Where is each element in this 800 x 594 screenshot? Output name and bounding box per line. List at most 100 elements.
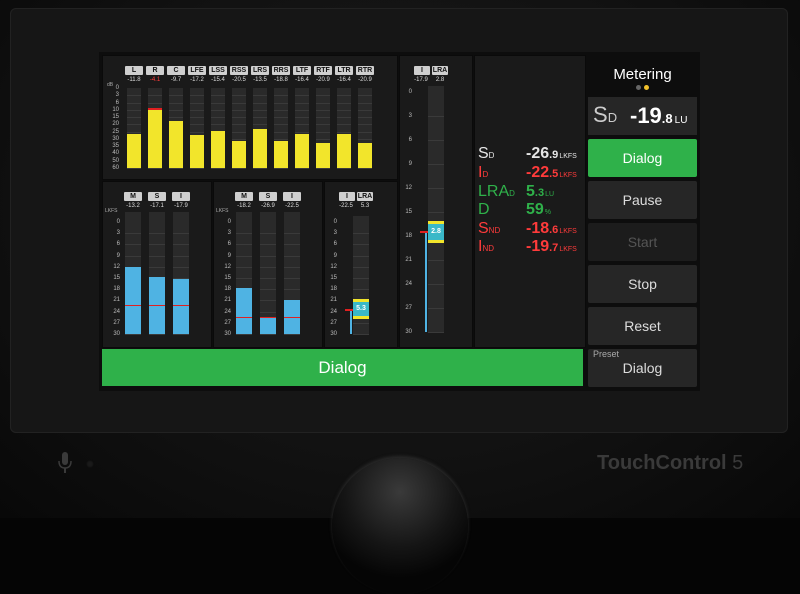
scale-tick-label: 24 — [113, 308, 120, 315]
channel-button[interactable]: RRS — [272, 66, 290, 75]
loudness-meter-track — [125, 212, 141, 335]
meter-tick — [236, 278, 252, 279]
scale-tick-label: 35 — [112, 143, 119, 150]
dialog-button[interactable]: Dialog — [588, 139, 697, 177]
scale-tick-label: 30 — [405, 329, 412, 335]
scale-tick-label: 27 — [224, 319, 231, 326]
meter-button[interactable]: M — [235, 192, 253, 201]
meter-tick — [253, 168, 267, 169]
meter-tick — [428, 332, 444, 333]
device-brand-label: TouchControl 5 — [597, 452, 744, 474]
channel-meter-track — [148, 88, 162, 169]
channel-button[interactable]: LFE — [188, 66, 206, 75]
scale-tick-label: 9 — [408, 161, 412, 167]
channel-meter-track — [358, 88, 372, 169]
stat-value: 59% — [526, 201, 551, 219]
stat-label: SND — [478, 220, 500, 238]
meter-tick — [125, 233, 141, 235]
meter-tick — [284, 289, 300, 291]
channel-meter-track — [274, 88, 288, 169]
meter-tick — [274, 102, 288, 104]
meter-button[interactable]: M — [124, 192, 142, 201]
stat-label-sub: ND — [488, 226, 501, 235]
lra-button[interactable]: LRA — [357, 192, 373, 201]
channel-peak-value: -18.8 — [274, 77, 288, 83]
scale-tick-label: 15 — [405, 209, 412, 215]
dialog-status-bar[interactable]: Dialog — [102, 349, 583, 386]
meter-tick — [236, 255, 252, 257]
meter-tick — [274, 124, 288, 126]
meter-tick — [428, 308, 444, 309]
stat-value-int: -19 — [526, 238, 550, 255]
meter-tick — [173, 233, 189, 235]
lra-range-block: 5.3 — [353, 299, 369, 320]
lra-target-marker — [345, 309, 353, 312]
meter-tick — [274, 95, 288, 97]
meter-tick — [127, 124, 141, 126]
channel-peak-value: -16.4 — [295, 77, 309, 83]
channel-button[interactable]: LTF — [293, 66, 311, 75]
channel-button[interactable]: R — [146, 66, 164, 75]
lra-i-button[interactable]: I — [414, 66, 430, 75]
preset-button[interactable]: Preset Dialog — [588, 349, 697, 387]
meter-button[interactable]: S — [259, 192, 277, 201]
scale-tick-label: 9 — [227, 252, 231, 259]
scale-tick-label: 18 — [330, 286, 337, 293]
stat-value-int: -18 — [526, 220, 550, 237]
channel-button[interactable]: RSS — [230, 66, 248, 75]
loudness-meter-track — [236, 212, 252, 335]
scale-tick-label: 12 — [113, 263, 120, 270]
meter-tick — [125, 255, 141, 257]
meter-tick — [358, 131, 372, 133]
device-body: dB 0 3 6 10 15 20 25 30 35 40 50 60 L -11.8 R -4.1 C -9.7 L… — [0, 0, 800, 594]
scale-tick-label: 9 — [333, 252, 337, 259]
meter-button[interactable]: I — [172, 192, 190, 201]
start-button[interactable]: Start — [588, 223, 697, 261]
channel-level-bar — [295, 134, 309, 168]
loudness-meter-group-2: LKFS 0 3 6 9 12 15 18 21 24 27 30 M -18.2 S -26.9 I -22.5 — [213, 181, 323, 348]
channel-peak-value: -17.2 — [190, 77, 204, 83]
scale-tick-label: 0 — [115, 85, 119, 91]
page-indicator-dot-active[interactable] — [644, 85, 649, 90]
loudness-level-bar — [260, 318, 276, 334]
stat-value-dec: .9 — [549, 149, 559, 161]
meter-button[interactable]: I — [283, 192, 301, 201]
meter-tick — [260, 289, 276, 291]
meter-tick — [211, 117, 225, 119]
meter-tick — [353, 334, 369, 335]
scale-tick-label: 12 — [405, 185, 412, 191]
channel-button[interactable]: L — [125, 66, 143, 75]
lra-meter-small: I LRA -22.5 5.3 0 3 6 9 12 15 18 21 24 27 30 5.3 — [324, 181, 398, 348]
lra-button[interactable]: LRA — [432, 66, 448, 75]
scale-tick-label: 10 — [112, 106, 119, 113]
pause-button[interactable]: Pause — [588, 181, 697, 219]
stat-label-sub: D — [482, 170, 489, 179]
meter-tick — [149, 233, 165, 235]
lra-i-button[interactable]: I — [339, 192, 355, 201]
stat-value-int: 5 — [526, 183, 535, 200]
scale-tick-label: 24 — [405, 281, 412, 287]
channel-level-bar — [211, 131, 225, 168]
channel-button[interactable]: C — [167, 66, 185, 75]
meter-tick — [274, 138, 288, 140]
channel-button[interactable]: LSS — [209, 66, 227, 75]
page-indicator-dot[interactable] — [636, 85, 641, 90]
meter-tick — [149, 266, 165, 268]
meter-tick — [428, 164, 444, 165]
channel-button[interactable]: LTR — [335, 66, 353, 75]
meter-tick — [127, 102, 141, 104]
lra-value: 5.3 — [360, 203, 370, 209]
meter-tick — [316, 131, 330, 133]
channel-level-bar — [232, 140, 246, 168]
channel-button[interactable]: LRS — [251, 66, 269, 75]
channel-button[interactable]: RTF — [314, 66, 332, 75]
meter-tick — [127, 109, 141, 111]
scale-tick-label: 15 — [330, 275, 337, 281]
rotary-knob[interactable] — [332, 458, 468, 594]
stop-button[interactable]: Stop — [588, 265, 697, 303]
stat-unit: % — [544, 209, 552, 216]
meter-button[interactable]: S — [148, 192, 166, 201]
channel-meter-panel: dB 0 3 6 10 15 20 25 30 35 40 50 60 L -11.8 R -4.1 C -9.7 L… — [102, 55, 398, 180]
lra-range-block: 2.8 — [428, 221, 444, 244]
channel-button[interactable]: RTR — [356, 66, 374, 75]
